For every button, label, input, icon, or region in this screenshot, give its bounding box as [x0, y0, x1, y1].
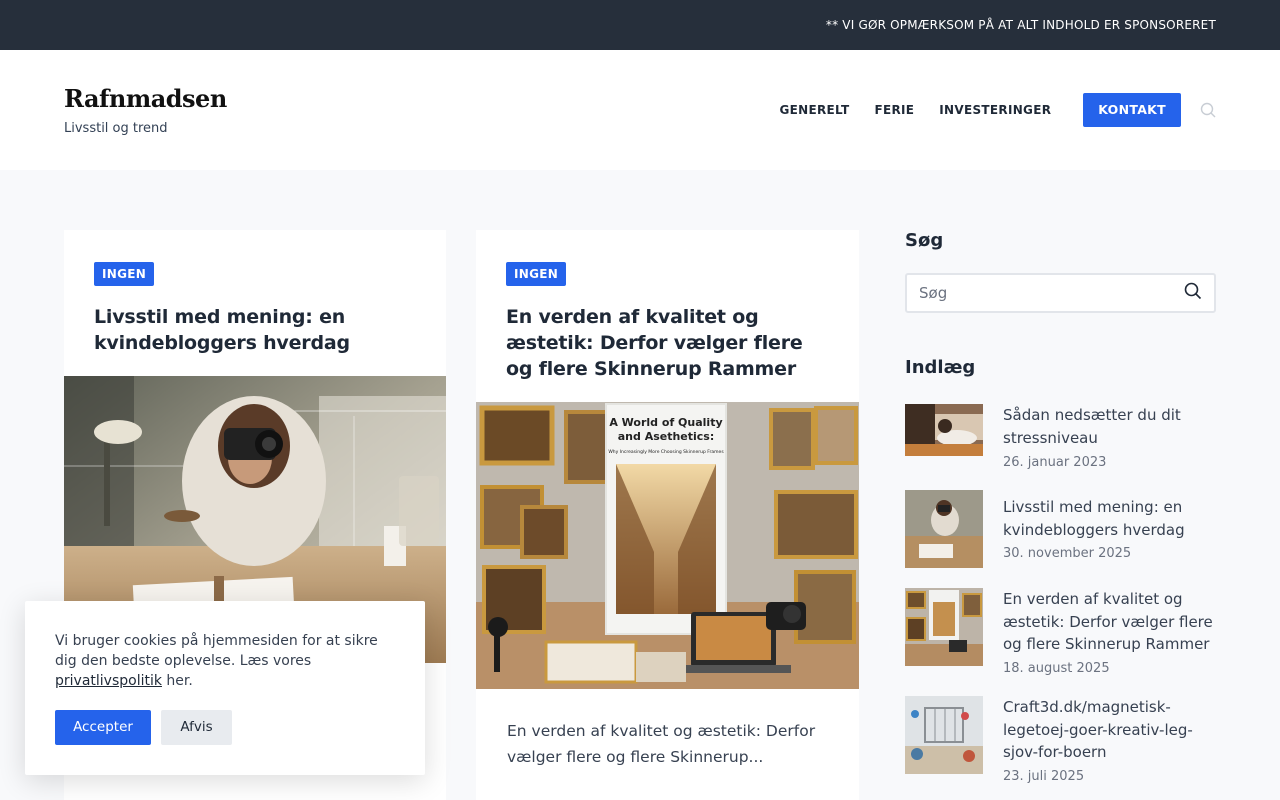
recent-post-date: 23. juli 2025: [1003, 769, 1085, 784]
posts-heading: Indlæg: [905, 357, 976, 378]
image-text-line-1: A World of Quality: [609, 416, 722, 429]
recent-post-title[interactable]: Sådan nedsætter du dit stressniveau: [1003, 404, 1216, 449]
site-title[interactable]: Rafnmadsen: [64, 84, 227, 113]
accept-button[interactable]: Accepter: [55, 710, 151, 745]
search-icon[interactable]: [1184, 282, 1202, 304]
cookie-text-after: her.: [161, 673, 193, 689]
sidebar: Søg Indlæg: [905, 230, 1216, 378]
privacy-policy-link[interactable]: privatlivspolitik: [55, 673, 162, 689]
nav-item-investeringer[interactable]: INVESTERINGER: [939, 103, 1051, 117]
post-thumbnail[interactable]: [905, 404, 983, 456]
decline-button[interactable]: Afvis: [161, 710, 232, 745]
post-excerpt: En verden af kvalitet og æstetik: Derfor…: [507, 722, 816, 766]
sponsored-notice: ** VI GØR OPMÆRKSOM PÅ AT ALT INDHOLD ER…: [825, 18, 1216, 32]
sponsored-notice-bar: ** VI GØR OPMÆRKSOM PÅ AT ALT INDHOLD ER…: [0, 0, 1280, 50]
cookie-text-before: Vi bruger cookies på hjemmesiden for at …: [55, 633, 378, 669]
recent-post-title[interactable]: Livsstil med mening: en kvindebloggers h…: [1003, 496, 1216, 541]
nav-item-generelt[interactable]: GENERELT: [780, 103, 850, 117]
cookie-message: Vi bruger cookies på hjemmesiden for at …: [55, 631, 395, 691]
category-badge[interactable]: INGEN: [94, 262, 155, 286]
search-input[interactable]: [919, 284, 1184, 302]
image-text-line-2: and Asethetics:: [618, 430, 715, 443]
post-card: INGEN En verden af kvalitet og æstetik: …: [476, 230, 859, 800]
post-thumbnail[interactable]: [905, 490, 983, 568]
main-nav: GENERELT FERIE INVESTERINGER KONTAKT: [755, 93, 1217, 127]
brand: Rafnmadsen Livsstil og trend: [64, 84, 227, 136]
post-title[interactable]: Livsstil med mening: en kvindebloggers h…: [94, 304, 416, 356]
category-badge[interactable]: INGEN: [506, 262, 567, 286]
post-thumbnail[interactable]: [905, 696, 983, 774]
sidebar-search: [905, 273, 1216, 313]
nav-item-ferie[interactable]: FERIE: [874, 103, 914, 117]
post-title[interactable]: En verden af kvalitet og æstetik: Derfor…: [506, 304, 829, 382]
recent-post-date: 26. januar 2023: [1003, 455, 1107, 470]
search-icon[interactable]: [1200, 102, 1216, 118]
recent-post-date: 30. november 2025: [1003, 546, 1132, 561]
recent-post-title[interactable]: Craft3d.dk/magnetisk-legetoej-goer-kreat…: [1003, 696, 1216, 764]
image-text-line-3: Why Increasingly More Choosing Skinnerup…: [608, 449, 724, 455]
recent-post-title[interactable]: En verden af kvalitet og æstetik: Derfor…: [1003, 588, 1216, 656]
contact-button[interactable]: KONTAKT: [1083, 93, 1181, 127]
post-thumbnail[interactable]: [905, 588, 983, 666]
post-image[interactable]: A World of Quality and Asethetics: Why I…: [476, 402, 859, 689]
recent-posts-list: Sådan nedsætter du dit stressniveau 26. …: [905, 404, 1216, 800]
recent-post-date: 18. august 2025: [1003, 661, 1110, 676]
search-heading: Søg: [905, 230, 944, 251]
cookie-banner: Vi bruger cookies på hjemmesiden for at …: [25, 601, 425, 775]
site-header: Rafnmadsen Livsstil og trend GENERELT FE…: [0, 50, 1280, 170]
site-tagline: Livsstil og trend: [64, 121, 168, 136]
